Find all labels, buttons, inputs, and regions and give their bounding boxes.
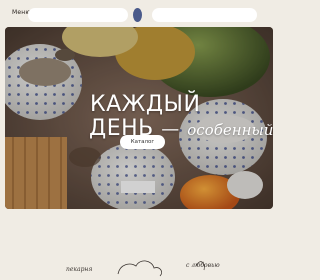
footer-illustration: [117, 260, 205, 277]
cart-icon[interactable]: [246, 10, 256, 20]
top-navigation: Меню: [0, 0, 280, 28]
brand-logo[interactable]: [133, 8, 142, 22]
hero-title-script: особенный: [187, 121, 273, 139]
hero-title-line2: ДЕНЬ — особенный: [89, 117, 273, 142]
bread-sketch-icon: [117, 260, 162, 277]
header-actions: [152, 8, 257, 22]
footer-script-left: пекарня: [66, 266, 93, 273]
hero-banner: КАЖДЫЙ ДЕНЬ — особенный Каталог: [5, 27, 273, 209]
search-bar[interactable]: [28, 8, 128, 22]
favorites-icon[interactable]: [236, 10, 246, 20]
hero-title-dash: —: [161, 119, 180, 140]
hero-title-line1: КАЖДЫЙ: [90, 92, 201, 117]
account-icon[interactable]: [222, 10, 232, 20]
catalog-button[interactable]: Каталог: [120, 135, 165, 149]
footer-script-right: с любовью: [186, 262, 220, 269]
